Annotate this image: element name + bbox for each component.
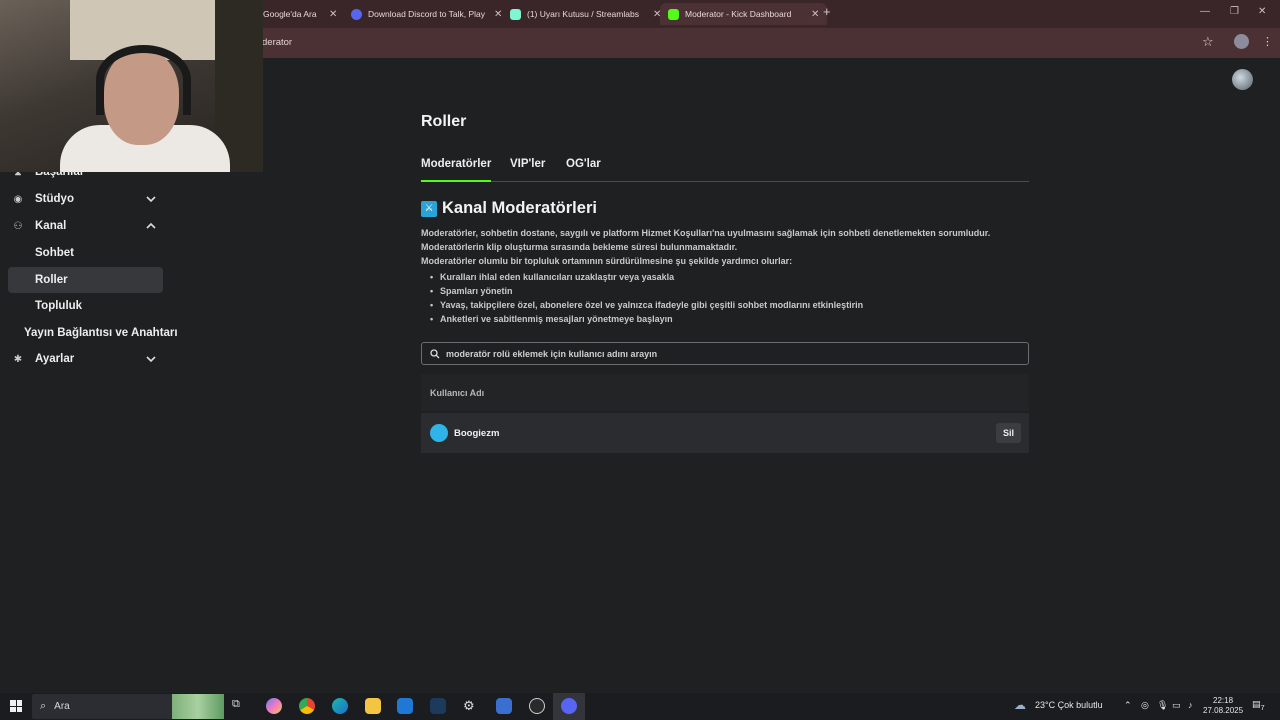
sidebar-item-studio[interactable]: ◉ Stüdyo [8, 186, 163, 212]
kick-icon [668, 8, 679, 20]
table-header: Kullanıcı Adı [421, 374, 1029, 411]
bookmark-star-icon[interactable]: ☆ [1202, 34, 1214, 50]
windows-start-icon[interactable] [10, 700, 22, 712]
sidebar-subitem-chat[interactable]: Sohbet [8, 240, 163, 266]
notification-icon[interactable]: ▤7 [1252, 699, 1265, 712]
url-field[interactable]: derator [262, 37, 292, 48]
webcam-overlay [0, 0, 263, 172]
discord-icon [351, 8, 362, 20]
tab-kick-dashboard[interactable]: Moderator - Kick Dashboard ✕ [660, 3, 828, 25]
taskbar-search[interactable]: ⌕ Ara [32, 694, 224, 719]
table-row: Boogiezm Sil [421, 413, 1029, 453]
clock[interactable]: 22:18 27.08.2025 [1203, 696, 1243, 716]
network-icon[interactable]: ◎ [1141, 700, 1149, 711]
chevron-down-icon [146, 356, 156, 363]
tab-ogs[interactable]: OG'lar [566, 158, 601, 170]
delete-button[interactable]: Sil [995, 423, 1021, 443]
tab-vips[interactable]: VIP'ler [510, 158, 545, 170]
page-title: Roller [421, 113, 467, 130]
task-view-icon[interactable]: ⧉ [232, 698, 248, 714]
sidebar-subitem-community[interactable]: Topluluk [8, 293, 163, 319]
user-avatar[interactable] [1232, 69, 1253, 90]
obs-icon[interactable] [529, 698, 545, 714]
volume-icon[interactable]: ♪ [1188, 700, 1193, 710]
app-icon[interactable] [496, 698, 512, 714]
search-icon: ⌕ [40, 700, 47, 712]
steam-icon[interactable] [430, 698, 446, 714]
description: Moderatörler, sohbetin dostane, saygılı … [421, 228, 991, 266]
list-item: Anketleri ve sabitlenmiş mesajları yönet… [430, 312, 1030, 326]
sidebar-subitem-roles[interactable]: Roller [8, 267, 163, 293]
tab-streamlabs[interactable]: (1) Uyarı Kutusu / Streamlabs ✕ [502, 3, 669, 25]
outlook-icon[interactable] [397, 698, 413, 714]
discord-taskbar-icon[interactable] [561, 698, 577, 714]
taskbar: ⌕ Ara ⧉ ⚙ ☁ 23°C Çok bulutlu ⌃ ◎ 🎙 ▭ ♪ 2… [0, 693, 1280, 720]
chevron-up-icon [146, 222, 156, 229]
headphones [96, 45, 191, 115]
list-item: Yavaş, takipçilere özel, abonelere özel … [430, 298, 1030, 312]
tab-discord[interactable]: Download Discord to Talk, Play ✕ [343, 3, 510, 25]
weather-icon: ☁ [1014, 698, 1026, 712]
sidebar-item-channel[interactable]: ⚇ Kanal [8, 213, 163, 239]
chevron-down-icon [146, 196, 156, 203]
section-title: ⚔ Kanal Moderatörleri [421, 199, 597, 218]
search-input[interactable] [446, 348, 1006, 359]
maximize-icon[interactable]: ❐ [1230, 6, 1239, 17]
chevron-up-icon[interactable]: ⌃ [1124, 700, 1132, 711]
close-icon[interactable]: ✕ [329, 9, 337, 20]
list-item: Kuralları ihlal eden kullanıcıları uzakl… [430, 270, 1030, 284]
streamlabs-icon [510, 8, 521, 20]
roles-tabs: Moderatörler VIP'ler OG'lar [421, 156, 1029, 182]
studio-icon: ◉ [13, 193, 23, 205]
tab-google[interactable]: Google'da Ara ✕ [255, 3, 345, 25]
browser-menu-icon[interactable]: ⋮ [1262, 35, 1273, 48]
sidebar-item-stream-key[interactable]: Yayın Bağlantısı ve Anahtarı [8, 320, 178, 346]
close-icon[interactable]: ✕ [811, 9, 819, 20]
tab-moderators[interactable]: Moderatörler [421, 158, 492, 182]
channel-icon: ⚇ [13, 220, 23, 232]
chrome-icon[interactable] [299, 698, 315, 714]
search-highlight-art [172, 694, 224, 719]
monitor-icon[interactable]: ▭ [1172, 700, 1181, 711]
copilot-icon[interactable] [266, 698, 282, 714]
weather-text[interactable]: 23°C Çok bulutlu [1035, 700, 1103, 710]
minimize-icon[interactable]: — [1200, 6, 1210, 17]
sword-icon: ⚔ [421, 200, 437, 217]
avatar [430, 424, 448, 442]
search-icon [430, 348, 440, 358]
new-tab-icon[interactable]: + [823, 4, 831, 19]
window-close-icon[interactable]: ✕ [1258, 6, 1266, 17]
list-item: Spamları yönetin [430, 284, 1030, 298]
profile-icon[interactable] [1234, 34, 1249, 49]
gear-icon: ✱ [13, 353, 23, 365]
file-explorer-icon[interactable] [365, 698, 381, 714]
microphone-icon[interactable]: 🎙 [1157, 700, 1168, 711]
sidebar-item-settings[interactable]: ✱ Ayarlar [8, 346, 163, 372]
edge-icon[interactable] [332, 698, 348, 714]
moderator-search[interactable] [421, 342, 1029, 365]
username: Boogiezm [454, 427, 500, 439]
settings-gear-icon[interactable]: ⚙ [463, 698, 479, 714]
